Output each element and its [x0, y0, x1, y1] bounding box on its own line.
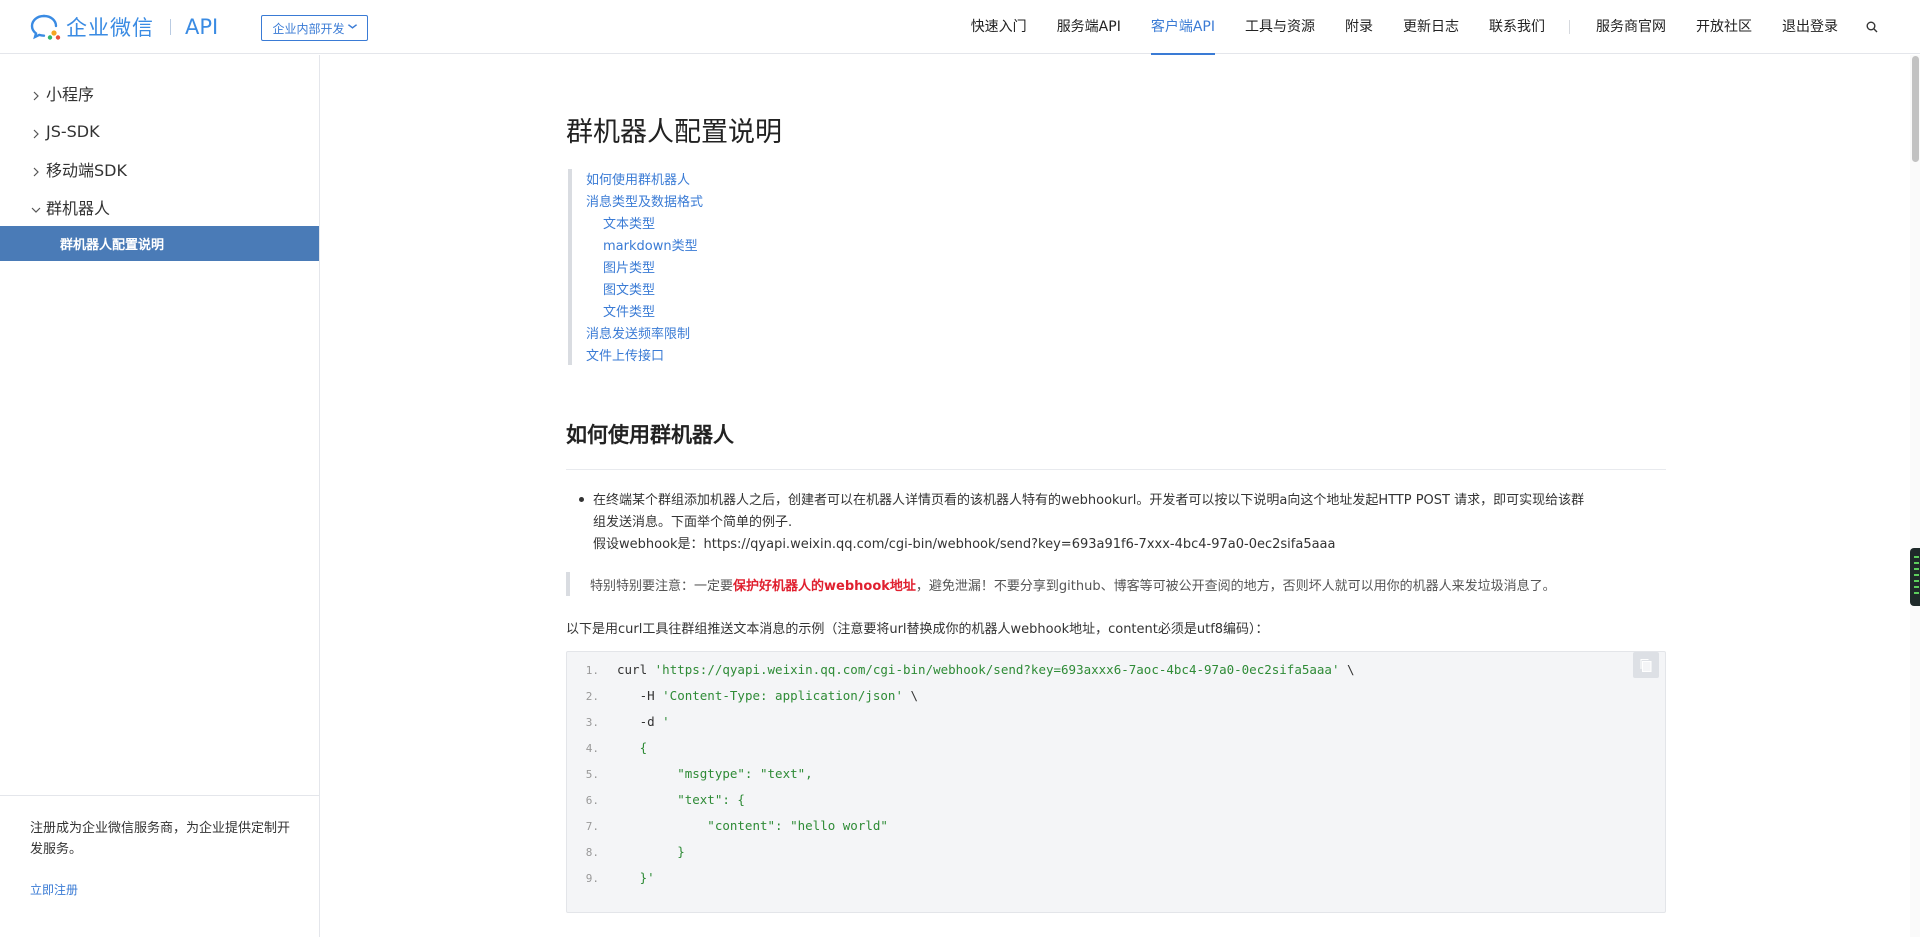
floating-feedback-widget[interactable]: [1910, 548, 1920, 606]
chevron-right-icon: [30, 87, 42, 101]
toc-link-image-type[interactable]: 图片类型: [603, 257, 655, 276]
logo-divider: [170, 19, 171, 35]
table-of-contents: 如何使用群机器人 消息类型及数据格式 文本类型 markdown类型 图片类型 …: [568, 169, 1168, 365]
nav-item-logout[interactable]: 退出登录: [1782, 0, 1838, 54]
sidebar-item-miniprogram[interactable]: 小程序: [0, 76, 319, 110]
line-number: 4.: [585, 742, 599, 755]
page-scrollbar[interactable]: [1910, 55, 1920, 937]
line-number: 9.: [585, 872, 599, 885]
wecom-logo-icon: [30, 13, 62, 41]
line-number: 2.: [585, 690, 599, 703]
chevron-down-icon: [346, 22, 358, 34]
warning-note: 特别特别要注意：一定要保护好机器人的webhook地址，避免泄漏！不要分享到gi…: [566, 572, 1666, 596]
warning-note-text: 特别特别要注意：一定要保护好机器人的webhook地址，避免泄漏！不要分享到gi…: [590, 575, 1556, 594]
warning-note-highlight: 保护好机器人的webhook地址: [733, 579, 916, 594]
code-block: 1. curl 'https://qyapi.weixin.qq.com/cgi-…: [566, 651, 1666, 913]
top-header: 企业微信 API 企业内部开发 快速入门 服务端API 客户端API 工具与资源…: [0, 0, 1920, 55]
line-number: 3.: [585, 716, 599, 729]
line-number: 6.: [585, 794, 599, 807]
search-icon[interactable]: [1864, 0, 1880, 54]
chevron-down-icon: [30, 201, 42, 213]
code-line: 2. -H 'Content-Type: application/json' \: [567, 688, 1663, 714]
code-string: "text": {: [617, 792, 745, 807]
nav-item-provider-site[interactable]: 服务商官网: [1596, 0, 1666, 54]
chevron-right-icon: [30, 125, 42, 139]
code-line: 4. {: [567, 740, 1663, 766]
toc-link-how-to-use[interactable]: 如何使用群机器人: [586, 169, 690, 188]
toc-link-markdown-type[interactable]: markdown类型: [603, 235, 698, 254]
bullet-text-line-1: 在终端某个群组添加机器人之后，创建者可以在机器人详情页看的该机器人特有的webh…: [593, 493, 1585, 508]
code-line: 5. "msgtype": "text",: [567, 766, 1663, 792]
sidebar-item-label: 小程序: [46, 85, 95, 104]
section-divider: [566, 469, 1666, 470]
line-number: 7.: [585, 820, 599, 833]
code-string: {: [617, 740, 648, 755]
sidebar-footer: 注册成为企业微信服务商，为企业提供定制开发服务。 立即注册: [0, 795, 319, 937]
bullet-text-line-2: 组发送消息。下面举个简单的例子.: [593, 515, 793, 530]
code-line: 3. -d ': [567, 714, 1663, 740]
top-nav: 快速入门 服务端API 客户端API 工具与资源 附录 更新日志 联系我们 服务…: [941, 0, 1880, 55]
nav-item-contact[interactable]: 联系我们: [1489, 0, 1545, 54]
code-string: "content": "hello world": [617, 818, 888, 833]
section-title: 如何使用群机器人: [566, 423, 734, 447]
line-number: 1.: [585, 664, 599, 677]
sidebar-item-group-robot[interactable]: 群机器人: [0, 190, 319, 224]
dev-type-select-label: 企业内部开发: [272, 21, 345, 36]
example-intro: 以下是用curl工具往群组推送文本消息的示例（注意要将url替换成你的机器人we…: [566, 622, 1269, 637]
code-plain: -d: [617, 714, 663, 729]
code-string: "msgtype": "text",: [617, 766, 813, 781]
code-string: }: [617, 844, 685, 859]
sidebar-item-label: 移动端SDK: [46, 161, 127, 180]
nav-item-appendix[interactable]: 附录: [1345, 0, 1373, 54]
nav-item-client-api[interactable]: 客户端API: [1150, 0, 1216, 55]
sidebar-item-mobile-sdk[interactable]: 移动端SDK: [0, 152, 319, 186]
toc-link-file-upload[interactable]: 文件上传接口: [586, 345, 664, 364]
logo-text: 企业微信: [66, 16, 154, 40]
warning-note-suffix: ，避免泄漏！不要分享到github、博客等可被公开查阅的地方，否则坏人就可以用你…: [915, 579, 1556, 594]
code-string: 'https://qyapi.weixin.qq.com/cgi-bin/web…: [654, 662, 1340, 677]
nav-item-community[interactable]: 开放社区: [1696, 0, 1752, 54]
line-number: 5.: [585, 768, 599, 781]
code-line: 6. "text": {: [567, 792, 1663, 818]
code-line: 8. }: [567, 844, 1663, 870]
nav-item-server-api[interactable]: 服务端API: [1057, 0, 1121, 54]
code-line: 9. }': [567, 870, 1663, 896]
code-line: 1. curl 'https://qyapi.weixin.qq.com/cgi-…: [567, 662, 1663, 688]
bullet-dot: [579, 497, 584, 502]
sidebar-subitem-label: 群机器人配置说明: [60, 238, 165, 253]
line-number: 8.: [585, 846, 599, 859]
code-line: 7. "content": "hello world": [567, 818, 1663, 844]
code-string: ': [662, 714, 670, 729]
nav-divider: [1569, 20, 1570, 34]
toc-link-news-type[interactable]: 图文类型: [603, 279, 655, 298]
toc-link-text-type[interactable]: 文本类型: [603, 213, 655, 232]
logo[interactable]: 企业微信 API: [30, 13, 218, 41]
code-plain: -H: [617, 688, 663, 703]
chevron-right-icon: [30, 163, 42, 177]
nav-item-changelog[interactable]: 更新日志: [1403, 0, 1459, 54]
toc-link-file-type[interactable]: 文件类型: [603, 301, 655, 320]
toc-link-message-types[interactable]: 消息类型及数据格式: [586, 191, 703, 210]
dev-type-select[interactable]: 企业内部开发: [261, 15, 368, 41]
nav-item-quickstart[interactable]: 快速入门: [971, 0, 1027, 54]
logo-api-text: API: [185, 15, 219, 39]
code-plain: \: [1339, 662, 1355, 677]
page-title: 群机器人配置说明: [566, 117, 782, 148]
sidebar-subitem-robot-config[interactable]: 群机器人配置说明: [0, 226, 319, 261]
code-string: 'Content-Type: application/json': [662, 688, 903, 703]
toc-link-rate-limit[interactable]: 消息发送频率限制: [586, 323, 690, 342]
bullet-text-line-3: 假设webhook是：https://qyapi.weixin.qq.com/c…: [593, 537, 1336, 552]
sidebar: 小程序 JS-SDK 移动端SDK 群机器人 群机器人配置说明 注册成为企业微信…: [0, 55, 320, 937]
sidebar-item-label: JS-SDK: [46, 121, 100, 141]
register-link[interactable]: 立即注册: [30, 881, 78, 898]
code-plain: \: [902, 688, 919, 703]
code-plain: curl: [617, 662, 655, 677]
code-string: }': [617, 870, 655, 885]
page-scrollbar-thumb[interactable]: [1912, 56, 1919, 162]
nav-item-tools[interactable]: 工具与资源: [1245, 0, 1315, 54]
sidebar-item-jssdk[interactable]: JS-SDK: [0, 114, 319, 148]
sidebar-footer-text: 注册成为企业微信服务商，为企业提供定制开发服务。: [30, 821, 291, 857]
warning-note-prefix: 特别特别要注意：一定要: [590, 579, 734, 594]
sidebar-item-label: 群机器人: [46, 199, 111, 218]
